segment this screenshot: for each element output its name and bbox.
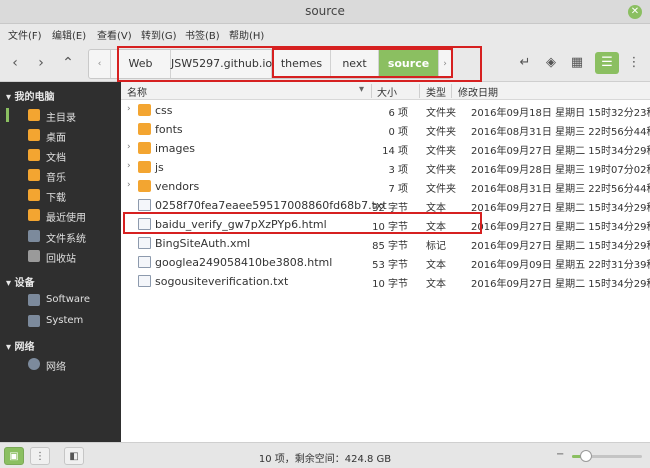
compact-view-icon[interactable]: ⋮ bbox=[622, 52, 646, 74]
breadcrumb-right-arrow-icon[interactable]: › bbox=[439, 50, 451, 78]
column-size[interactable]: 大小 bbox=[377, 84, 397, 99]
expand-icon[interactable]: › bbox=[127, 104, 131, 114]
expand-icon[interactable]: › bbox=[127, 142, 131, 152]
back-icon[interactable]: ‹ bbox=[4, 52, 26, 74]
folder-icon bbox=[138, 161, 151, 173]
up-icon[interactable]: ⌃ bbox=[57, 52, 79, 74]
zoom-slider-knob[interactable] bbox=[580, 450, 592, 462]
folder-icon bbox=[138, 123, 151, 135]
menu-edit[interactable]: 编辑(E) bbox=[52, 27, 86, 42]
title-bar: source ✕ bbox=[0, 0, 650, 24]
toolbar: ‹ › ⌃ ‹ Web JSW5297.github.io themes nex… bbox=[0, 44, 650, 82]
menu-view[interactable]: 查看(V) bbox=[97, 27, 132, 42]
folder-icon bbox=[138, 142, 151, 154]
zoom-out-icon[interactable]: − bbox=[556, 449, 564, 460]
column-date[interactable]: 修改日期 bbox=[458, 84, 498, 99]
html-file-icon bbox=[138, 256, 151, 268]
table-row[interactable]: sogousiteverification.txt 10 字节 文本 2016年09月… bbox=[121, 272, 650, 291]
forward-icon[interactable]: › bbox=[30, 52, 52, 74]
home-icon bbox=[28, 109, 40, 121]
table-row[interactable]: › css 6 项文件夹 2016年09月18日 星期日 15时32分23秒 bbox=[121, 101, 650, 120]
toggle-location-icon[interactable]: ↵ bbox=[513, 52, 537, 74]
table-row[interactable]: › vendors 7 项文件夹 2016年08月31日 星期三 22时56分44秒 bbox=[121, 177, 650, 196]
sidebar-section-computer[interactable]: ▾ 我的电脑 bbox=[6, 88, 55, 103]
desktop-icon bbox=[28, 129, 40, 141]
text-file-icon bbox=[138, 199, 151, 211]
breadcrumb-web[interactable]: Web bbox=[111, 50, 171, 78]
window-title: source bbox=[305, 4, 345, 18]
menu-bookmarks[interactable]: 书签(B) bbox=[185, 27, 220, 42]
network-icon bbox=[28, 358, 40, 370]
column-name[interactable]: 名称 bbox=[127, 84, 147, 99]
menu-file[interactable]: 文件(F) bbox=[8, 27, 42, 42]
breadcrumb-left-arrow-icon[interactable]: ‹ bbox=[89, 50, 111, 78]
column-header: 名称 ▾ 大小 类型 修改日期 bbox=[121, 82, 650, 100]
file-list: 名称 ▾ 大小 类型 修改日期 › css 6 项文件夹 2016年09月18日 星期… bbox=[121, 82, 650, 442]
expand-icon[interactable]: › bbox=[127, 180, 131, 190]
breadcrumb-themes[interactable]: themes bbox=[272, 50, 331, 78]
sidebar-section-devices[interactable]: ▾ 设备 bbox=[6, 274, 35, 289]
folder-icon bbox=[138, 180, 151, 192]
trash-icon bbox=[28, 250, 40, 262]
downloads-icon bbox=[28, 189, 40, 201]
expand-icon[interactable]: › bbox=[127, 161, 131, 171]
text-file-icon bbox=[138, 275, 151, 287]
breadcrumb-next[interactable]: next bbox=[331, 50, 379, 78]
sort-descending-icon[interactable]: ▾ bbox=[359, 84, 364, 95]
breadcrumb: ‹ Web JSW5297.github.io themes next sour… bbox=[88, 49, 452, 79]
status-bar: ▣ ⋮ ◧ 10 项，剩余空间：424.8 GB − bbox=[0, 442, 650, 468]
drive-icon bbox=[28, 294, 40, 306]
documents-icon bbox=[28, 149, 40, 161]
grid-view-icon[interactable]: ▦ bbox=[565, 52, 589, 74]
recent-icon bbox=[28, 209, 40, 221]
menu-go[interactable]: 转到(G) bbox=[141, 27, 177, 42]
table-row[interactable]: › images 14 项文件夹 2016年09月27日 星期二 15时34分29秒 bbox=[121, 139, 650, 158]
folder-icon bbox=[138, 104, 151, 116]
compass-icon[interactable]: ◈ bbox=[539, 52, 563, 74]
table-row[interactable]: googlea249058410be3808.html 53 字节 文本 2016年0… bbox=[121, 253, 650, 272]
filesystem-icon bbox=[28, 230, 40, 242]
table-row[interactable]: fonts 0 项文件夹 2016年08月31日 星期三 22时56分44秒 bbox=[121, 120, 650, 139]
table-row[interactable]: › js 3 项文件夹 2016年09月28日 星期三 19时07分02秒 bbox=[121, 158, 650, 177]
zoom-slider[interactable] bbox=[572, 450, 642, 462]
breadcrumb-source[interactable]: source bbox=[379, 50, 439, 78]
column-type[interactable]: 类型 bbox=[426, 84, 446, 99]
close-icon[interactable]: ✕ bbox=[628, 5, 642, 19]
music-icon bbox=[28, 169, 40, 181]
menu-bar: 文件(F) 编辑(E) 查看(V) 转到(G) 书签(B) 帮助(H) bbox=[0, 24, 650, 44]
drive-icon bbox=[28, 315, 40, 327]
status-text: 10 项，剩余空间：424.8 GB bbox=[258, 454, 392, 465]
xml-file-icon bbox=[138, 237, 151, 249]
table-row[interactable]: 0258f70fea7eaee59517008860fd68b7.txt 32 字… bbox=[121, 196, 650, 215]
list-view-icon[interactable]: ☰ bbox=[595, 52, 619, 74]
breadcrumb-repo[interactable]: JSW5297.github.io bbox=[171, 50, 272, 78]
sidebar-section-network[interactable]: ▾ 网络 bbox=[6, 338, 35, 353]
html-file-icon bbox=[138, 218, 151, 230]
table-row[interactable]: baidu_verify_gw7pXzPYp6.html 10 字节 文本 2016年… bbox=[121, 215, 650, 234]
sidebar: ▾ 我的电脑 主目录 桌面 文档 音乐 下载 最近使用 文件系统 回收站 ▾ 设… bbox=[0, 82, 121, 442]
menu-help[interactable]: 帮助(H) bbox=[229, 27, 264, 42]
table-row[interactable]: BingSiteAuth.xml 85 字节 标记 2016年09月27日 星期二 1… bbox=[121, 234, 650, 253]
sidebar-selection-marker bbox=[6, 108, 9, 122]
